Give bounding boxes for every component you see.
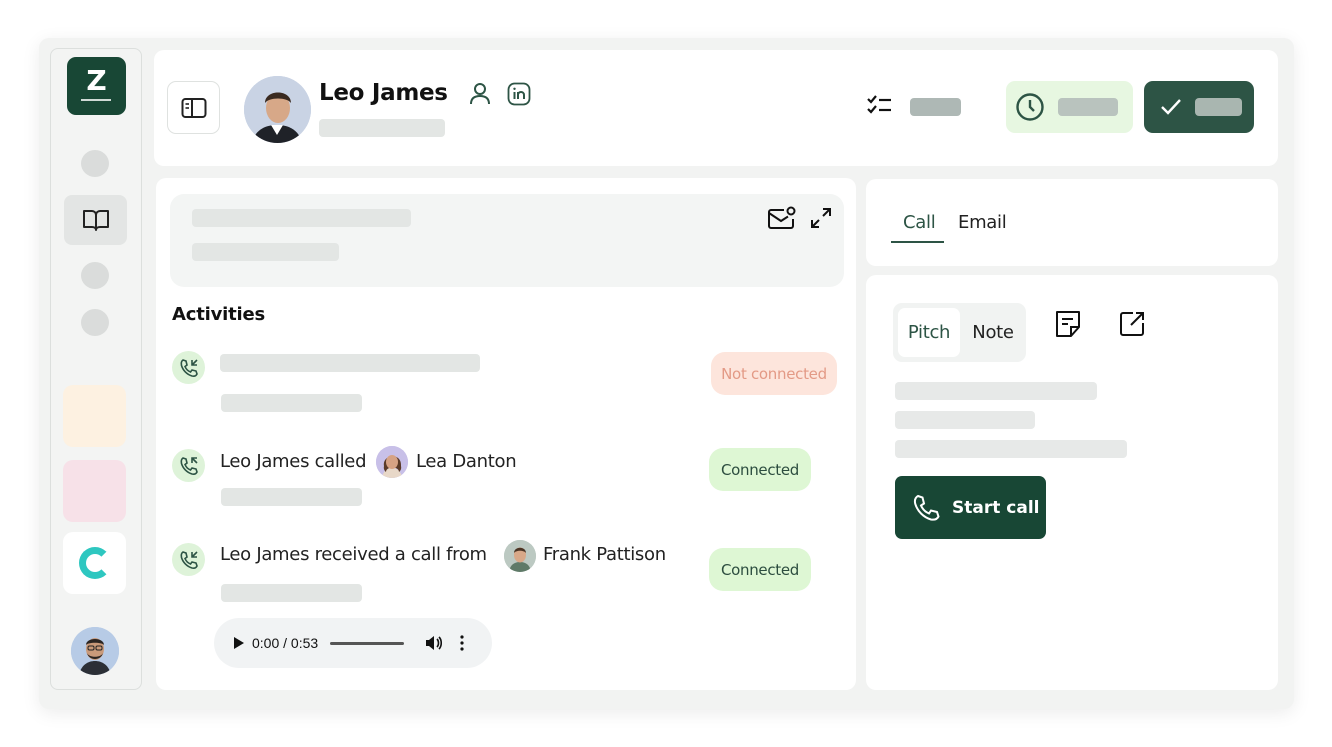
activities-panel: Activities Not connected Leo James calle… [156, 178, 856, 690]
summary-box [170, 194, 844, 287]
call-activity-icon [172, 351, 205, 384]
clock-icon [1016, 93, 1044, 121]
activity-text: Leo James called [220, 451, 367, 472]
snooze-button[interactable] [1006, 81, 1133, 133]
play-icon[interactable] [234, 637, 244, 649]
contact-avatar[interactable] [504, 540, 536, 572]
linkedin-icon[interactable] [507, 82, 531, 106]
phone-icon [913, 494, 940, 521]
start-call-label: Start call [952, 497, 1040, 518]
volume-icon[interactable] [424, 635, 443, 651]
audio-time: 0:00 / 0:53 [252, 635, 319, 651]
pink-tile[interactable] [63, 460, 126, 522]
status-badge: Connected [709, 548, 811, 591]
activity-text: Leo James received a call from [220, 544, 487, 565]
app-logo[interactable]: Z [67, 57, 126, 115]
user-avatar[interactable] [71, 627, 119, 675]
email-settings-icon[interactable] [767, 205, 797, 231]
tab-email[interactable]: Email [958, 212, 1007, 233]
segment-note[interactable]: Note [966, 308, 1020, 357]
book-icon [82, 210, 109, 231]
channel-tabs: Call Email [866, 179, 1278, 266]
sidebar-toggle-icon [181, 97, 206, 118]
sidebar-placeholder-dot[interactable] [81, 309, 109, 336]
contact-subtitle-skeleton [319, 119, 445, 137]
status-badge: Connected [709, 448, 811, 491]
contact-photo [244, 76, 311, 143]
phone-icon [180, 358, 198, 377]
logo-letter: Z [86, 64, 107, 97]
mark-done-button[interactable] [1144, 81, 1254, 133]
ring-app-icon [78, 547, 111, 579]
contact-header: Leo James [154, 50, 1278, 166]
sidebar-placeholder-dot[interactable] [81, 262, 109, 289]
expand-icon[interactable] [810, 207, 832, 229]
activities-title: Activities [172, 304, 265, 325]
sidebar-item-book[interactable] [64, 195, 127, 245]
contact-name: Leo James [319, 80, 448, 106]
audio-progress[interactable] [330, 641, 405, 645]
status-badge: Not connected [711, 352, 837, 395]
audio-player: 0:00 / 0:53 [214, 618, 492, 668]
sidebar-placeholder-dot[interactable] [81, 150, 109, 177]
sidebar-toggle-button[interactable] [167, 81, 220, 134]
tasks-count-skeleton [910, 98, 961, 116]
call-activity-icon [172, 543, 205, 576]
note-icon[interactable] [1053, 309, 1083, 339]
peach-tile[interactable] [63, 385, 126, 447]
phone-icon [180, 550, 198, 569]
person-icon[interactable] [469, 82, 491, 106]
segment-pitch[interactable]: Pitch [898, 308, 960, 357]
sidebar: Z [50, 48, 142, 690]
more-options-icon[interactable] [460, 635, 464, 651]
start-call-button[interactable]: Start call [895, 476, 1046, 539]
active-tab-underline [891, 241, 944, 243]
external-link-icon[interactable] [1118, 310, 1146, 338]
ring-app-tile[interactable] [63, 532, 126, 594]
tab-call[interactable]: Call [903, 212, 936, 233]
contact-avatar[interactable] [376, 446, 408, 478]
phone-icon [180, 456, 198, 475]
contact-name-link[interactable]: Lea Danton [416, 451, 517, 472]
contact-name-link[interactable]: Frank Pattison [543, 544, 666, 565]
check-icon [1161, 99, 1181, 115]
tasks-icon[interactable] [866, 94, 892, 116]
pitch-panel: Pitch Note Start call [866, 275, 1278, 690]
pitch-note-toggle: Pitch Note [893, 303, 1026, 362]
call-activity-icon [172, 449, 205, 482]
